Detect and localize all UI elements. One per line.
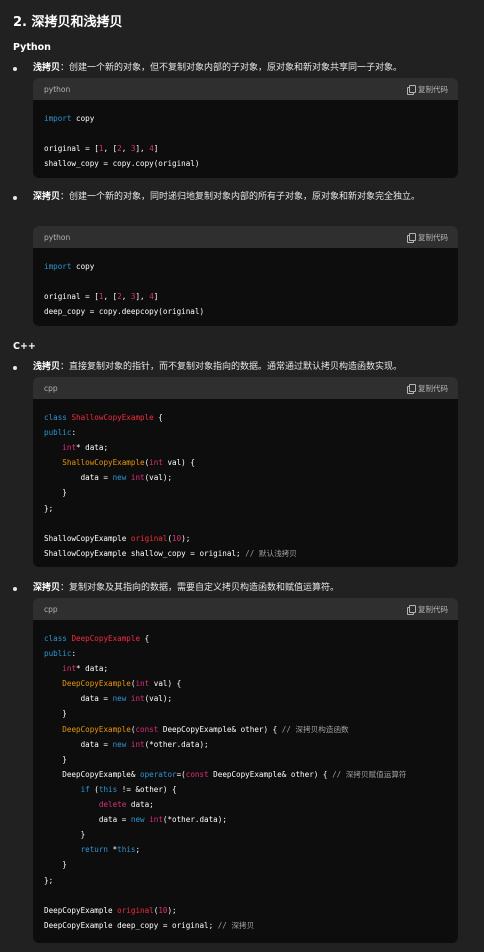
code-content: import copy original = [1, [2, 3], 4] de… xyxy=(44,262,205,317)
bullet-dot xyxy=(13,366,17,370)
code-header: cpp 复制代码 xyxy=(33,598,458,620)
copy-icon xyxy=(407,605,416,615)
code-comment: // 深拷贝构造函数 xyxy=(281,724,349,734)
code-block-cpp-shallow: cpp 复制代码 class ShallowCopyExample { publ… xyxy=(33,377,458,567)
copy-code-label: 复制代码 xyxy=(418,605,448,614)
copy-icon xyxy=(407,384,416,394)
code-comment: // 深拷贝 xyxy=(217,920,255,930)
code-language: cpp xyxy=(44,384,58,393)
code-block-python-deep: python 复制代码 import copy original = [1, [… xyxy=(33,226,458,326)
bullet-text: ：创建一个新的对象，同时递归地复制对象内部的所有子对象，原对象和新对象完全独立。 xyxy=(60,192,421,202)
copy-icon xyxy=(407,85,416,95)
code-comment: // 默认浅拷贝 xyxy=(245,548,297,558)
python-subheading: Python xyxy=(13,42,51,53)
copy-code-label: 复制代码 xyxy=(418,85,448,94)
code-language: python xyxy=(44,85,71,94)
bullet-text: ：复制对象及其指向的数据，需要自定义拷贝构造函数和赋值运算符。 xyxy=(60,583,340,593)
code-header: python 复制代码 xyxy=(33,78,458,100)
code-header: cpp 复制代码 xyxy=(33,377,458,399)
code-block-cpp-deep: cpp 复制代码 class DeepCopyExample { public:… xyxy=(33,598,458,943)
code-block-python-shallow: python 复制代码 import copy original = [1, [… xyxy=(33,78,458,178)
code-content: import copy original = [1, [2, 3], 4] sh… xyxy=(44,114,200,169)
bullet-term: 深拷贝 xyxy=(33,583,61,593)
code-language: python xyxy=(44,233,71,242)
bullet-dot xyxy=(13,587,17,591)
bullet-text: ：创建一个新的对象，但不复制对象内部的子对象，原对象和新对象共享同一子对象。 xyxy=(60,63,403,73)
copy-code-label: 复制代码 xyxy=(418,233,448,242)
bullet-term: 深拷贝 xyxy=(33,192,61,202)
bullet-text: ：直接复制对象的指针，而不复制对象指向的数据。通常通过默认拷贝构造函数实现。 xyxy=(60,362,403,372)
code-content: class ShallowCopyExample { public: int* … xyxy=(44,413,297,558)
bullet-dot xyxy=(13,196,17,200)
cpp-subheading: C++ xyxy=(13,341,36,352)
bullet-dot xyxy=(13,67,17,71)
code-language: cpp xyxy=(44,605,58,614)
copy-icon xyxy=(407,233,416,243)
copy-code-button[interactable]: 复制代码 xyxy=(407,383,448,394)
code-comment: // 深拷贝赋值运算符 xyxy=(332,769,407,779)
bullet-term: 浅拷贝 xyxy=(33,63,61,73)
code-header: python 复制代码 xyxy=(33,226,458,248)
code-content: class DeepCopyExample { public: int* dat… xyxy=(44,634,407,930)
bullet-term: 浅拷贝 xyxy=(33,362,61,372)
copy-code-button[interactable]: 复制代码 xyxy=(407,604,448,615)
copy-code-label: 复制代码 xyxy=(418,384,448,393)
copy-code-button[interactable]: 复制代码 xyxy=(407,84,448,95)
section-heading: 2. 深拷贝和浅拷贝 xyxy=(13,15,123,30)
copy-code-button[interactable]: 复制代码 xyxy=(407,232,448,243)
